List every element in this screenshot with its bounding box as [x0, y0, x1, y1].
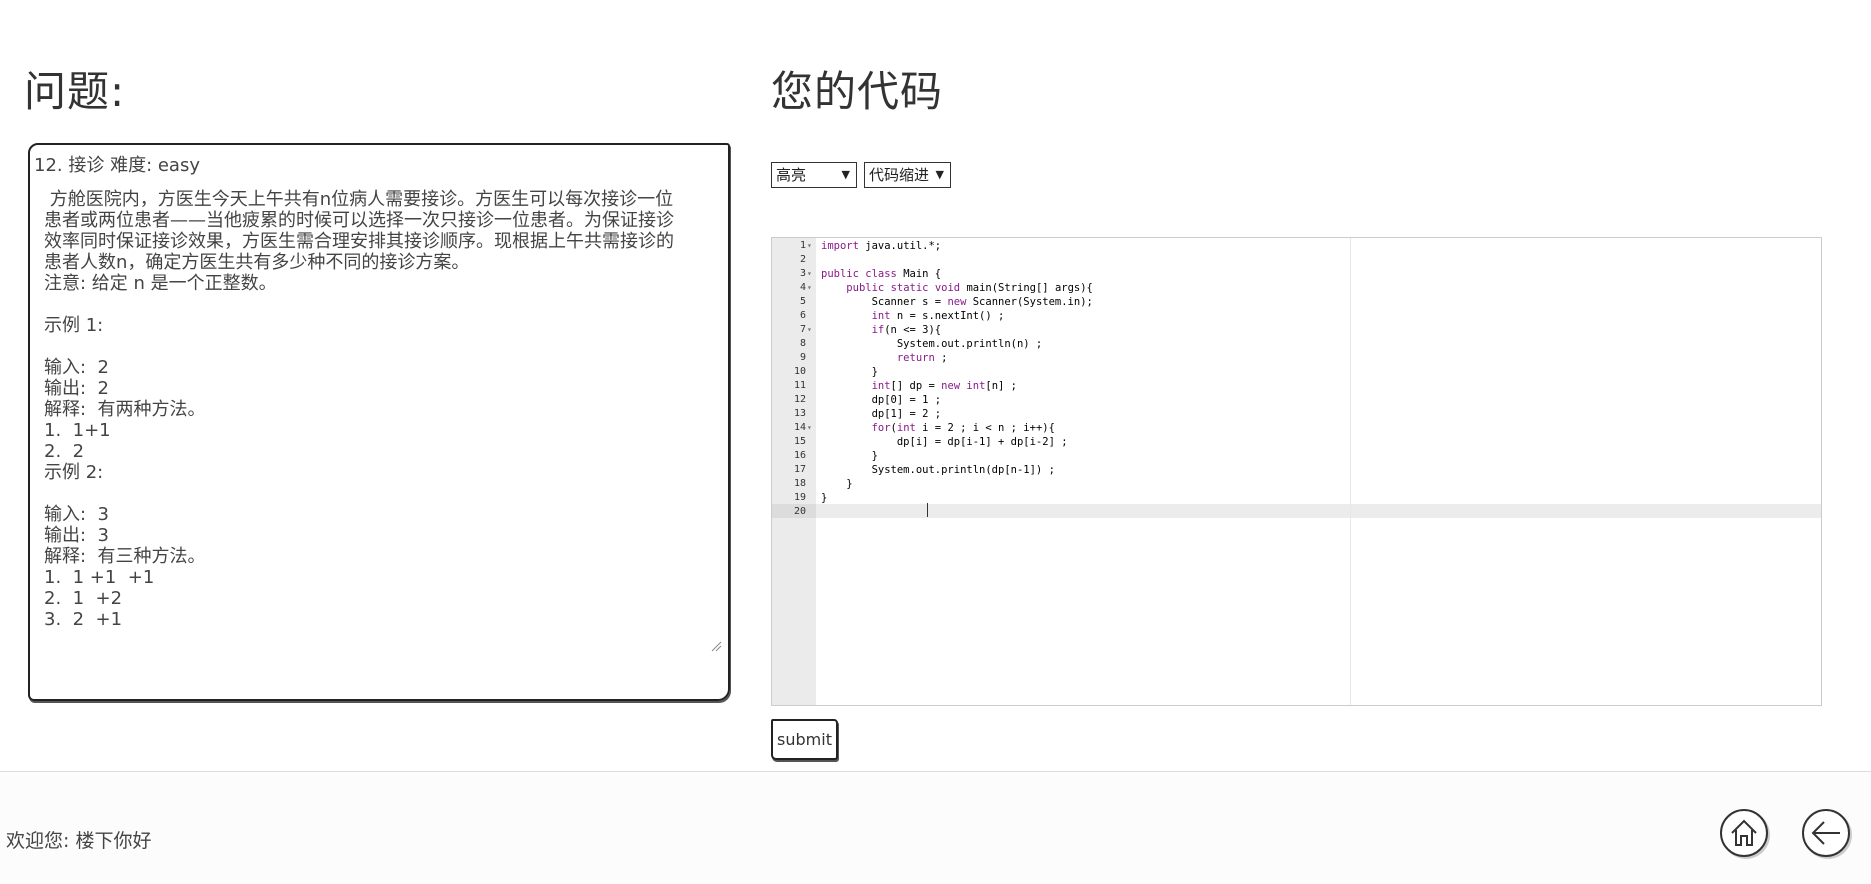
code-line: 13 dp[1] = 2 ; — [772, 407, 1821, 421]
line-number: 7 — [799, 324, 806, 335]
code-line: 11 int[] dp = new int[n] ; — [772, 379, 1821, 393]
line-number: 16 — [793, 450, 806, 461]
problem-description: 方舱医院内，方医生今天上午共有n位病人需要接诊。方医生可以每次接诊一位 患者或两… — [44, 189, 674, 630]
fold-toggle-icon[interactable]: ▾ — [807, 421, 812, 435]
code-line: 16 } — [772, 449, 1821, 463]
line-number: 3 — [799, 268, 806, 279]
indent-select[interactable]: 代码缩进 ▼ — [864, 162, 951, 188]
indent-select-value: 代码缩进 — [869, 166, 930, 184]
fold-toggle-icon[interactable]: ▾ — [807, 323, 812, 337]
code-line: 12 dp[0] = 1 ; — [772, 393, 1821, 407]
code-line: 5 Scanner s = new Scanner(System.in); — [772, 295, 1821, 309]
line-number: 20 — [793, 506, 806, 517]
code-text: System.out.println(dp[n-1]) ; — [821, 464, 1055, 476]
text-cursor — [927, 503, 928, 517]
line-number: 6 — [799, 310, 806, 321]
fold-toggle-icon[interactable]: ▾ — [807, 267, 812, 281]
code-text: public static void main(String[] args){ — [846, 282, 1093, 294]
line-number: 17 — [793, 464, 806, 475]
line-number: 8 — [799, 338, 806, 349]
line-number: 15 — [793, 436, 806, 447]
line-number: 1 — [799, 240, 806, 251]
code-line: 14 ▾ for(int i = 2 ; i < n ; i++){ — [772, 421, 1821, 435]
dropdown-arrow-icon: ▼ — [935, 168, 944, 181]
code-text: Scanner s = new Scanner(System.in); — [821, 296, 1093, 308]
code-heading: 您的代码 — [771, 67, 944, 116]
back-arrow-icon[interactable] — [1802, 809, 1850, 857]
highlight-select-value: 高亮 — [776, 166, 807, 184]
code-text: dp[1] = 2 ; — [821, 408, 942, 420]
code-editor[interactable]: 1 ▾ import java.util.*; 2 3 ▾ public class Mai… — [771, 237, 1822, 706]
code-line: 19} — [772, 491, 1821, 505]
code-lines: 1 ▾ import java.util.*; 2 3 ▾ public class Mai… — [772, 239, 1821, 519]
code-text: } — [821, 492, 828, 504]
code-line: 15 dp[i] = dp[i-1] + dp[i-2] ; — [772, 435, 1821, 449]
code-text: public class Main { — [821, 268, 942, 280]
code-text: System.out.println(n) ; — [821, 338, 1043, 350]
code-text: return ; — [896, 352, 948, 364]
code-line: 6 int n = s.nextInt() ; — [772, 309, 1821, 323]
highlight-select[interactable]: 高亮 ▼ — [771, 162, 857, 188]
code-line: 4 ▾ public static void main(String[] args… — [772, 281, 1821, 295]
line-number: 2 — [799, 254, 806, 265]
footer — [0, 772, 1871, 884]
home-icon[interactable] — [1720, 809, 1768, 857]
fold-toggle-icon[interactable]: ▾ — [807, 281, 812, 295]
code-text: dp[0] = 1 ; — [821, 394, 942, 406]
code-line: 20 — [772, 505, 1821, 519]
line-number: 4 — [799, 282, 806, 293]
code-text: for(int i = 2 ; i < n ; i++){ — [871, 422, 1055, 434]
code-line: 17 System.out.println(dp[n-1]) ; — [772, 463, 1821, 477]
line-number: 9 — [799, 352, 806, 363]
code-line: 8 System.out.println(n) ; — [772, 337, 1821, 351]
line-number: 11 — [793, 380, 806, 391]
line-number: 18 — [793, 478, 806, 489]
fold-toggle-icon[interactable]: ▾ — [807, 239, 812, 253]
welcome-text: 欢迎您: 楼下你好 — [6, 830, 152, 852]
code-text: } — [821, 450, 878, 462]
code-text: int n = s.nextInt() ; — [871, 310, 1005, 322]
code-text: } — [821, 366, 878, 378]
line-number: 14 — [793, 422, 806, 433]
dropdown-arrow-icon: ▼ — [841, 168, 850, 181]
line-number: 12 — [793, 394, 806, 405]
code-line: 2 — [772, 253, 1821, 267]
code-text: import java.util.*; — [821, 240, 942, 252]
code-text: dp[i] = dp[i-1] + dp[i-2] ; — [821, 436, 1068, 448]
code-line: 1 ▾ import java.util.*; — [772, 239, 1821, 253]
line-number: 10 — [793, 366, 806, 377]
code-text: int[] dp = new int[n] ; — [871, 380, 1017, 392]
line-number: 19 — [793, 492, 806, 503]
code-text: if(n <= 3){ — [871, 324, 942, 336]
resize-handle-icon[interactable] — [710, 640, 722, 652]
code-line: 18 } — [772, 477, 1821, 491]
submit-button[interactable]: submit — [771, 719, 838, 760]
code-text: } — [821, 478, 853, 490]
code-line: 9 return ; — [772, 351, 1821, 365]
problem-title: 12. 接诊 难度: easy — [34, 155, 200, 176]
code-line: 3 ▾ public class Main { — [772, 267, 1821, 281]
code-line: 10 } — [772, 365, 1821, 379]
line-number: 13 — [793, 408, 806, 419]
question-heading: 问题: — [24, 67, 126, 116]
line-number: 5 — [799, 296, 806, 307]
code-line: 7 ▾ if(n <= 3){ — [772, 323, 1821, 337]
